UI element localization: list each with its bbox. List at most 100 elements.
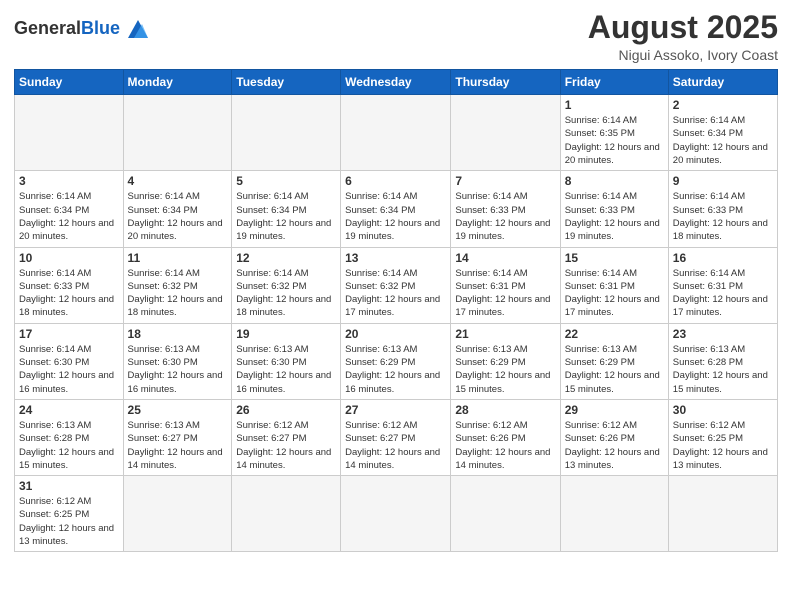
month-title: August 2025 <box>588 10 778 45</box>
day-info: Sunrise: 6:13 AM Sunset: 6:28 PM Dayligh… <box>673 343 773 396</box>
calendar-day-cell: 18 Sunrise: 6:13 AM Sunset: 6:30 PM Dayli… <box>123 323 232 399</box>
day-number: 23 <box>673 327 773 341</box>
empty-day-cell <box>341 95 451 171</box>
calendar-week-row: 24Sunrise: 6:13 AM Sunset: 6:28 PM Dayli… <box>15 399 778 475</box>
calendar-day-cell: 7 Sunrise: 6:14 AM Sunset: 6:33 PM Daylig… <box>451 171 560 247</box>
day-number: 16 <box>673 251 773 265</box>
day-number: 12 <box>236 251 336 265</box>
calendar-day-cell: 2 Sunrise: 6:14 AM Sunset: 6:34 PM Daylig… <box>668 95 777 171</box>
day-info: Sunrise: 6:14 AM Sunset: 6:34 PM Dayligh… <box>19 190 119 243</box>
empty-day-cell <box>341 476 451 552</box>
day-number: 7 <box>455 174 555 188</box>
day-number: 2 <box>673 98 773 112</box>
calendar-body: 1Sunrise: 6:14 AM Sunset: 6:35 PM Daylig… <box>15 95 778 552</box>
day-number: 21 <box>455 327 555 341</box>
calendar-day-cell: 19 Sunrise: 6:13 AM Sunset: 6:30 PM Dayli… <box>232 323 341 399</box>
day-number: 29 <box>565 403 664 417</box>
calendar-day-cell: 11Sunrise: 6:14 AM Sunset: 6:32 PM Dayli… <box>123 247 232 323</box>
day-info: Sunrise: 6:14 AM Sunset: 6:34 PM Dayligh… <box>236 190 336 243</box>
weekday-header-saturday: Saturday <box>668 70 777 95</box>
calendar-day-cell: 21 Sunrise: 6:13 AM Sunset: 6:29 PM Dayli… <box>451 323 560 399</box>
calendar-day-cell: 16 Sunrise: 6:14 AM Sunset: 6:31 PM Dayli… <box>668 247 777 323</box>
weekday-header-thursday: Thursday <box>451 70 560 95</box>
empty-day-cell <box>451 476 560 552</box>
calendar-day-cell: 15 Sunrise: 6:14 AM Sunset: 6:31 PM Dayli… <box>560 247 668 323</box>
calendar-day-cell: 24Sunrise: 6:13 AM Sunset: 6:28 PM Dayli… <box>15 399 124 475</box>
day-info: Sunrise: 6:12 AM Sunset: 6:26 PM Dayligh… <box>455 419 555 472</box>
weekday-header-sunday: Sunday <box>15 70 124 95</box>
calendar-day-cell: 5Sunrise: 6:14 AM Sunset: 6:34 PM Daylig… <box>232 171 341 247</box>
empty-day-cell <box>232 476 341 552</box>
calendar-day-cell: 14 Sunrise: 6:14 AM Sunset: 6:31 PM Dayli… <box>451 247 560 323</box>
calendar-day-cell: 20Sunrise: 6:13 AM Sunset: 6:29 PM Dayli… <box>341 323 451 399</box>
title-area: August 2025 Nigui Assoko, Ivory Coast <box>588 10 778 63</box>
day-info: Sunrise: 6:13 AM Sunset: 6:29 PM Dayligh… <box>345 343 446 396</box>
day-info: Sunrise: 6:13 AM Sunset: 6:28 PM Dayligh… <box>19 419 119 472</box>
generalblue-logo-icon <box>124 14 152 42</box>
day-info: Sunrise: 6:12 AM Sunset: 6:25 PM Dayligh… <box>673 419 773 472</box>
weekday-header-monday: Monday <box>123 70 232 95</box>
day-number: 14 <box>455 251 555 265</box>
empty-day-cell <box>232 95 341 171</box>
weekday-header-wednesday: Wednesday <box>341 70 451 95</box>
day-info: Sunrise: 6:14 AM Sunset: 6:31 PM Dayligh… <box>455 267 555 320</box>
calendar-day-cell: 23 Sunrise: 6:13 AM Sunset: 6:28 PM Dayli… <box>668 323 777 399</box>
day-info: Sunrise: 6:12 AM Sunset: 6:27 PM Dayligh… <box>236 419 336 472</box>
day-info: Sunrise: 6:12 AM Sunset: 6:25 PM Dayligh… <box>19 495 119 548</box>
day-info: Sunrise: 6:14 AM Sunset: 6:34 PM Dayligh… <box>128 190 228 243</box>
day-number: 30 <box>673 403 773 417</box>
calendar-day-cell: 29 Sunrise: 6:12 AM Sunset: 6:26 PM Dayli… <box>560 399 668 475</box>
day-number: 10 <box>19 251 119 265</box>
day-number: 28 <box>455 403 555 417</box>
calendar-day-cell: 17 Sunrise: 6:14 AM Sunset: 6:30 PM Dayli… <box>15 323 124 399</box>
day-info: Sunrise: 6:14 AM Sunset: 6:30 PM Dayligh… <box>19 343 119 396</box>
calendar-week-row: 10Sunrise: 6:14 AM Sunset: 6:33 PM Dayli… <box>15 247 778 323</box>
day-info: Sunrise: 6:14 AM Sunset: 6:31 PM Dayligh… <box>673 267 773 320</box>
empty-day-cell <box>123 95 232 171</box>
day-number: 4 <box>128 174 228 188</box>
day-number: 27 <box>345 403 446 417</box>
calendar-day-cell: 30 Sunrise: 6:12 AM Sunset: 6:25 PM Dayli… <box>668 399 777 475</box>
day-info: Sunrise: 6:13 AM Sunset: 6:30 PM Dayligh… <box>236 343 336 396</box>
calendar-day-cell: 6Sunrise: 6:14 AM Sunset: 6:34 PM Daylig… <box>341 171 451 247</box>
day-info: Sunrise: 6:14 AM Sunset: 6:34 PM Dayligh… <box>673 114 773 167</box>
day-info: Sunrise: 6:14 AM Sunset: 6:33 PM Dayligh… <box>565 190 664 243</box>
calendar-day-cell: 25 Sunrise: 6:13 AM Sunset: 6:27 PM Dayli… <box>123 399 232 475</box>
location-subtitle: Nigui Assoko, Ivory Coast <box>588 47 778 63</box>
calendar-day-cell: 31Sunrise: 6:12 AM Sunset: 6:25 PM Dayli… <box>15 476 124 552</box>
day-info: Sunrise: 6:14 AM Sunset: 6:33 PM Dayligh… <box>455 190 555 243</box>
calendar-day-cell: 4 Sunrise: 6:14 AM Sunset: 6:34 PM Daylig… <box>123 171 232 247</box>
logo-text: GeneralBlue <box>14 19 120 37</box>
calendar-day-cell: 13Sunrise: 6:14 AM Sunset: 6:32 PM Dayli… <box>341 247 451 323</box>
calendar-day-cell: 22Sunrise: 6:13 AM Sunset: 6:29 PM Dayli… <box>560 323 668 399</box>
day-number: 26 <box>236 403 336 417</box>
day-info: Sunrise: 6:14 AM Sunset: 6:33 PM Dayligh… <box>673 190 773 243</box>
empty-day-cell <box>560 476 668 552</box>
weekday-header-tuesday: Tuesday <box>232 70 341 95</box>
day-number: 25 <box>128 403 228 417</box>
empty-day-cell <box>123 476 232 552</box>
day-info: Sunrise: 6:13 AM Sunset: 6:27 PM Dayligh… <box>128 419 228 472</box>
day-number: 9 <box>673 174 773 188</box>
day-number: 1 <box>565 98 664 112</box>
calendar-week-row: 31Sunrise: 6:12 AM Sunset: 6:25 PM Dayli… <box>15 476 778 552</box>
day-number: 3 <box>19 174 119 188</box>
day-number: 18 <box>128 327 228 341</box>
day-info: Sunrise: 6:14 AM Sunset: 6:31 PM Dayligh… <box>565 267 664 320</box>
day-info: Sunrise: 6:13 AM Sunset: 6:29 PM Dayligh… <box>455 343 555 396</box>
day-info: Sunrise: 6:12 AM Sunset: 6:26 PM Dayligh… <box>565 419 664 472</box>
day-number: 8 <box>565 174 664 188</box>
empty-day-cell <box>451 95 560 171</box>
day-number: 6 <box>345 174 446 188</box>
day-number: 15 <box>565 251 664 265</box>
calendar-week-row: 1Sunrise: 6:14 AM Sunset: 6:35 PM Daylig… <box>15 95 778 171</box>
day-info: Sunrise: 6:14 AM Sunset: 6:32 PM Dayligh… <box>236 267 336 320</box>
day-number: 19 <box>236 327 336 341</box>
calendar-day-cell: 12 Sunrise: 6:14 AM Sunset: 6:32 PM Dayli… <box>232 247 341 323</box>
calendar-week-row: 17 Sunrise: 6:14 AM Sunset: 6:30 PM Dayli… <box>15 323 778 399</box>
day-info: Sunrise: 6:14 AM Sunset: 6:32 PM Dayligh… <box>345 267 446 320</box>
day-number: 17 <box>19 327 119 341</box>
day-info: Sunrise: 6:13 AM Sunset: 6:30 PM Dayligh… <box>128 343 228 396</box>
calendar-day-cell: 1Sunrise: 6:14 AM Sunset: 6:35 PM Daylig… <box>560 95 668 171</box>
empty-day-cell <box>668 476 777 552</box>
